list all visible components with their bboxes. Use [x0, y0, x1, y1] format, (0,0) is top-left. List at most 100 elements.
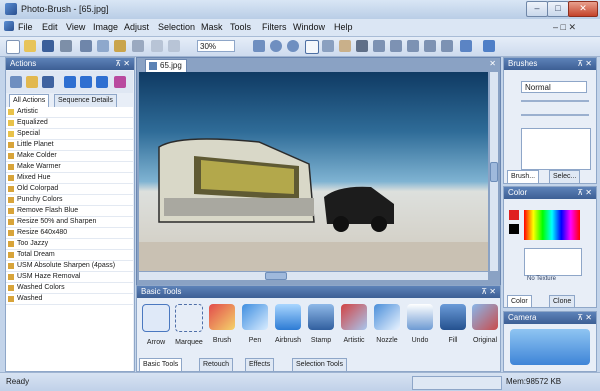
- document-close-button[interactable]: ✕: [489, 59, 496, 68]
- tool-nozzle[interactable]: Nozzle: [372, 304, 402, 354]
- horizontal-scrollbar[interactable]: [139, 272, 488, 280]
- zoom-out-icon[interactable]: [287, 40, 299, 52]
- cut-icon[interactable]: [80, 40, 92, 52]
- list-item[interactable]: Punchy Colors: [6, 195, 133, 206]
- zoom-in-icon[interactable]: [270, 40, 282, 52]
- open-folder-icon[interactable]: [24, 40, 36, 52]
- toggle-panels-icon[interactable]: [460, 40, 472, 52]
- magic-wand-icon[interactable]: [390, 40, 402, 52]
- list-item[interactable]: Artistic: [6, 107, 133, 118]
- tab-sequence-details[interactable]: Sequence Details: [54, 94, 117, 107]
- basic-tools-pin-close[interactable]: ⊼ ✕: [481, 286, 496, 298]
- maximize-button[interactable]: □: [547, 1, 569, 17]
- texture-preview[interactable]: [524, 248, 582, 276]
- save-action-icon[interactable]: [42, 76, 54, 88]
- image-canvas[interactable]: [139, 72, 488, 271]
- list-item[interactable]: Old Colorpad: [6, 184, 133, 195]
- horizontal-scroll-thumb[interactable]: [265, 272, 287, 280]
- stop-icon[interactable]: [96, 76, 108, 88]
- play-icon[interactable]: [80, 76, 92, 88]
- tool-original[interactable]: Original: [470, 304, 500, 354]
- tool-undo[interactable]: Undo: [405, 304, 435, 354]
- undo-icon[interactable]: [151, 40, 163, 52]
- list-item[interactable]: Resize 640x480: [6, 228, 133, 239]
- list-item[interactable]: Little Planet: [6, 140, 133, 151]
- tool-arrow[interactable]: Arrow: [141, 304, 171, 354]
- redo-icon[interactable]: [168, 40, 180, 52]
- menu-selection[interactable]: Selection: [158, 22, 195, 32]
- tab-selection-tools[interactable]: Selection Tools: [292, 358, 347, 371]
- crosshair-icon[interactable]: [322, 40, 334, 52]
- zoom-select[interactable]: 30%: [197, 40, 235, 52]
- menu-adjust[interactable]: Adjust: [124, 22, 149, 32]
- list-item[interactable]: USM Haze Removal: [6, 272, 133, 283]
- list-item[interactable]: Remove Flash Blue: [6, 206, 133, 217]
- tab-retouch[interactable]: Retouch: [199, 358, 234, 371]
- crop-icon[interactable]: [424, 40, 436, 52]
- tab-effects[interactable]: Effects: [245, 358, 275, 371]
- print-icon[interactable]: [60, 40, 72, 52]
- menu-help[interactable]: Help: [334, 22, 353, 32]
- menu-view[interactable]: View: [66, 22, 85, 32]
- tool-marquee[interactable]: Marquee: [174, 304, 204, 354]
- save-icon[interactable]: [42, 40, 54, 52]
- menu-file[interactable]: File: [18, 22, 33, 32]
- copy-icon[interactable]: [97, 40, 109, 52]
- foreground-color-swatch[interactable]: [509, 210, 519, 220]
- tab-all-actions[interactable]: All Actions: [9, 94, 50, 107]
- actual-size-icon[interactable]: [253, 40, 265, 52]
- vertical-scroll-thumb[interactable]: [490, 162, 498, 182]
- list-item[interactable]: USM Absolute Sharpen (4pass): [6, 261, 133, 272]
- pointer-tool-icon[interactable]: [305, 40, 319, 54]
- menu-edit[interactable]: Edit: [42, 22, 58, 32]
- tab-selection[interactable]: Selec...: [549, 170, 581, 183]
- brushes-panel-pin-close[interactable]: ⊼ ✕: [577, 58, 592, 70]
- tool-airbrush[interactable]: Airbrush: [273, 304, 303, 354]
- selection-edit-icon[interactable]: [407, 40, 419, 52]
- menu-mask[interactable]: Mask: [201, 22, 223, 32]
- paste-new-icon[interactable]: [132, 40, 144, 52]
- new-action-icon[interactable]: [10, 76, 22, 88]
- color-panel-pin-close[interactable]: ⊼ ✕: [577, 187, 592, 199]
- list-item[interactable]: Washed Colors: [6, 283, 133, 294]
- text-tool-icon[interactable]: [441, 40, 453, 52]
- document-tab[interactable]: 65.jpg: [145, 59, 187, 72]
- eyedropper-icon[interactable]: [356, 40, 368, 52]
- tab-basic-tools[interactable]: Basic Tools: [139, 358, 183, 371]
- list-item[interactable]: Make Warmer: [6, 162, 133, 173]
- blend-mode-select[interactable]: Normal: [521, 81, 587, 93]
- tool-brush[interactable]: Brush: [207, 304, 237, 354]
- hand-tool-icon[interactable]: [339, 40, 351, 52]
- background-color-swatch[interactable]: [509, 224, 519, 234]
- minimize-button[interactable]: –: [526, 1, 548, 17]
- document-window-controls[interactable]: – □ ✕: [553, 22, 576, 33]
- menu-window[interactable]: Window: [293, 22, 325, 32]
- tool-stamp[interactable]: Stamp: [306, 304, 336, 354]
- document-menu-icon[interactable]: [4, 21, 14, 31]
- tool-pen[interactable]: Pen: [240, 304, 270, 354]
- vertical-scrollbar[interactable]: [490, 72, 498, 271]
- close-button[interactable]: ✕: [568, 1, 598, 17]
- tool-fill[interactable]: Fill: [438, 304, 468, 354]
- tool-artistic[interactable]: Artistic: [339, 304, 369, 354]
- list-item[interactable]: Mixed Hue: [6, 173, 133, 184]
- list-item[interactable]: Washed: [6, 294, 133, 305]
- tab-color[interactable]: Color: [507, 295, 532, 307]
- list-item[interactable]: Make Colder: [6, 151, 133, 162]
- open-action-icon[interactable]: [26, 76, 38, 88]
- actions-panel-pin-close[interactable]: ⊼ ✕: [115, 58, 130, 70]
- camera-panel-pin-close[interactable]: ⊼ ✕: [577, 312, 592, 324]
- menu-filters[interactable]: Filters: [262, 22, 287, 32]
- brush-grid[interactable]: [521, 128, 591, 170]
- menu-tools[interactable]: Tools: [230, 22, 251, 32]
- list-item[interactable]: Too Jazzy: [6, 239, 133, 250]
- menu-image[interactable]: Image: [93, 22, 118, 32]
- delete-action-icon[interactable]: [114, 76, 126, 88]
- lasso-icon[interactable]: [373, 40, 385, 52]
- tab-clone[interactable]: Clone: [549, 295, 576, 307]
- paste-icon[interactable]: [114, 40, 126, 52]
- list-item[interactable]: Equalized: [6, 118, 133, 129]
- record-icon[interactable]: [64, 76, 76, 88]
- list-item[interactable]: Total Dream: [6, 250, 133, 261]
- brush-opacity-slider[interactable]: [521, 114, 589, 116]
